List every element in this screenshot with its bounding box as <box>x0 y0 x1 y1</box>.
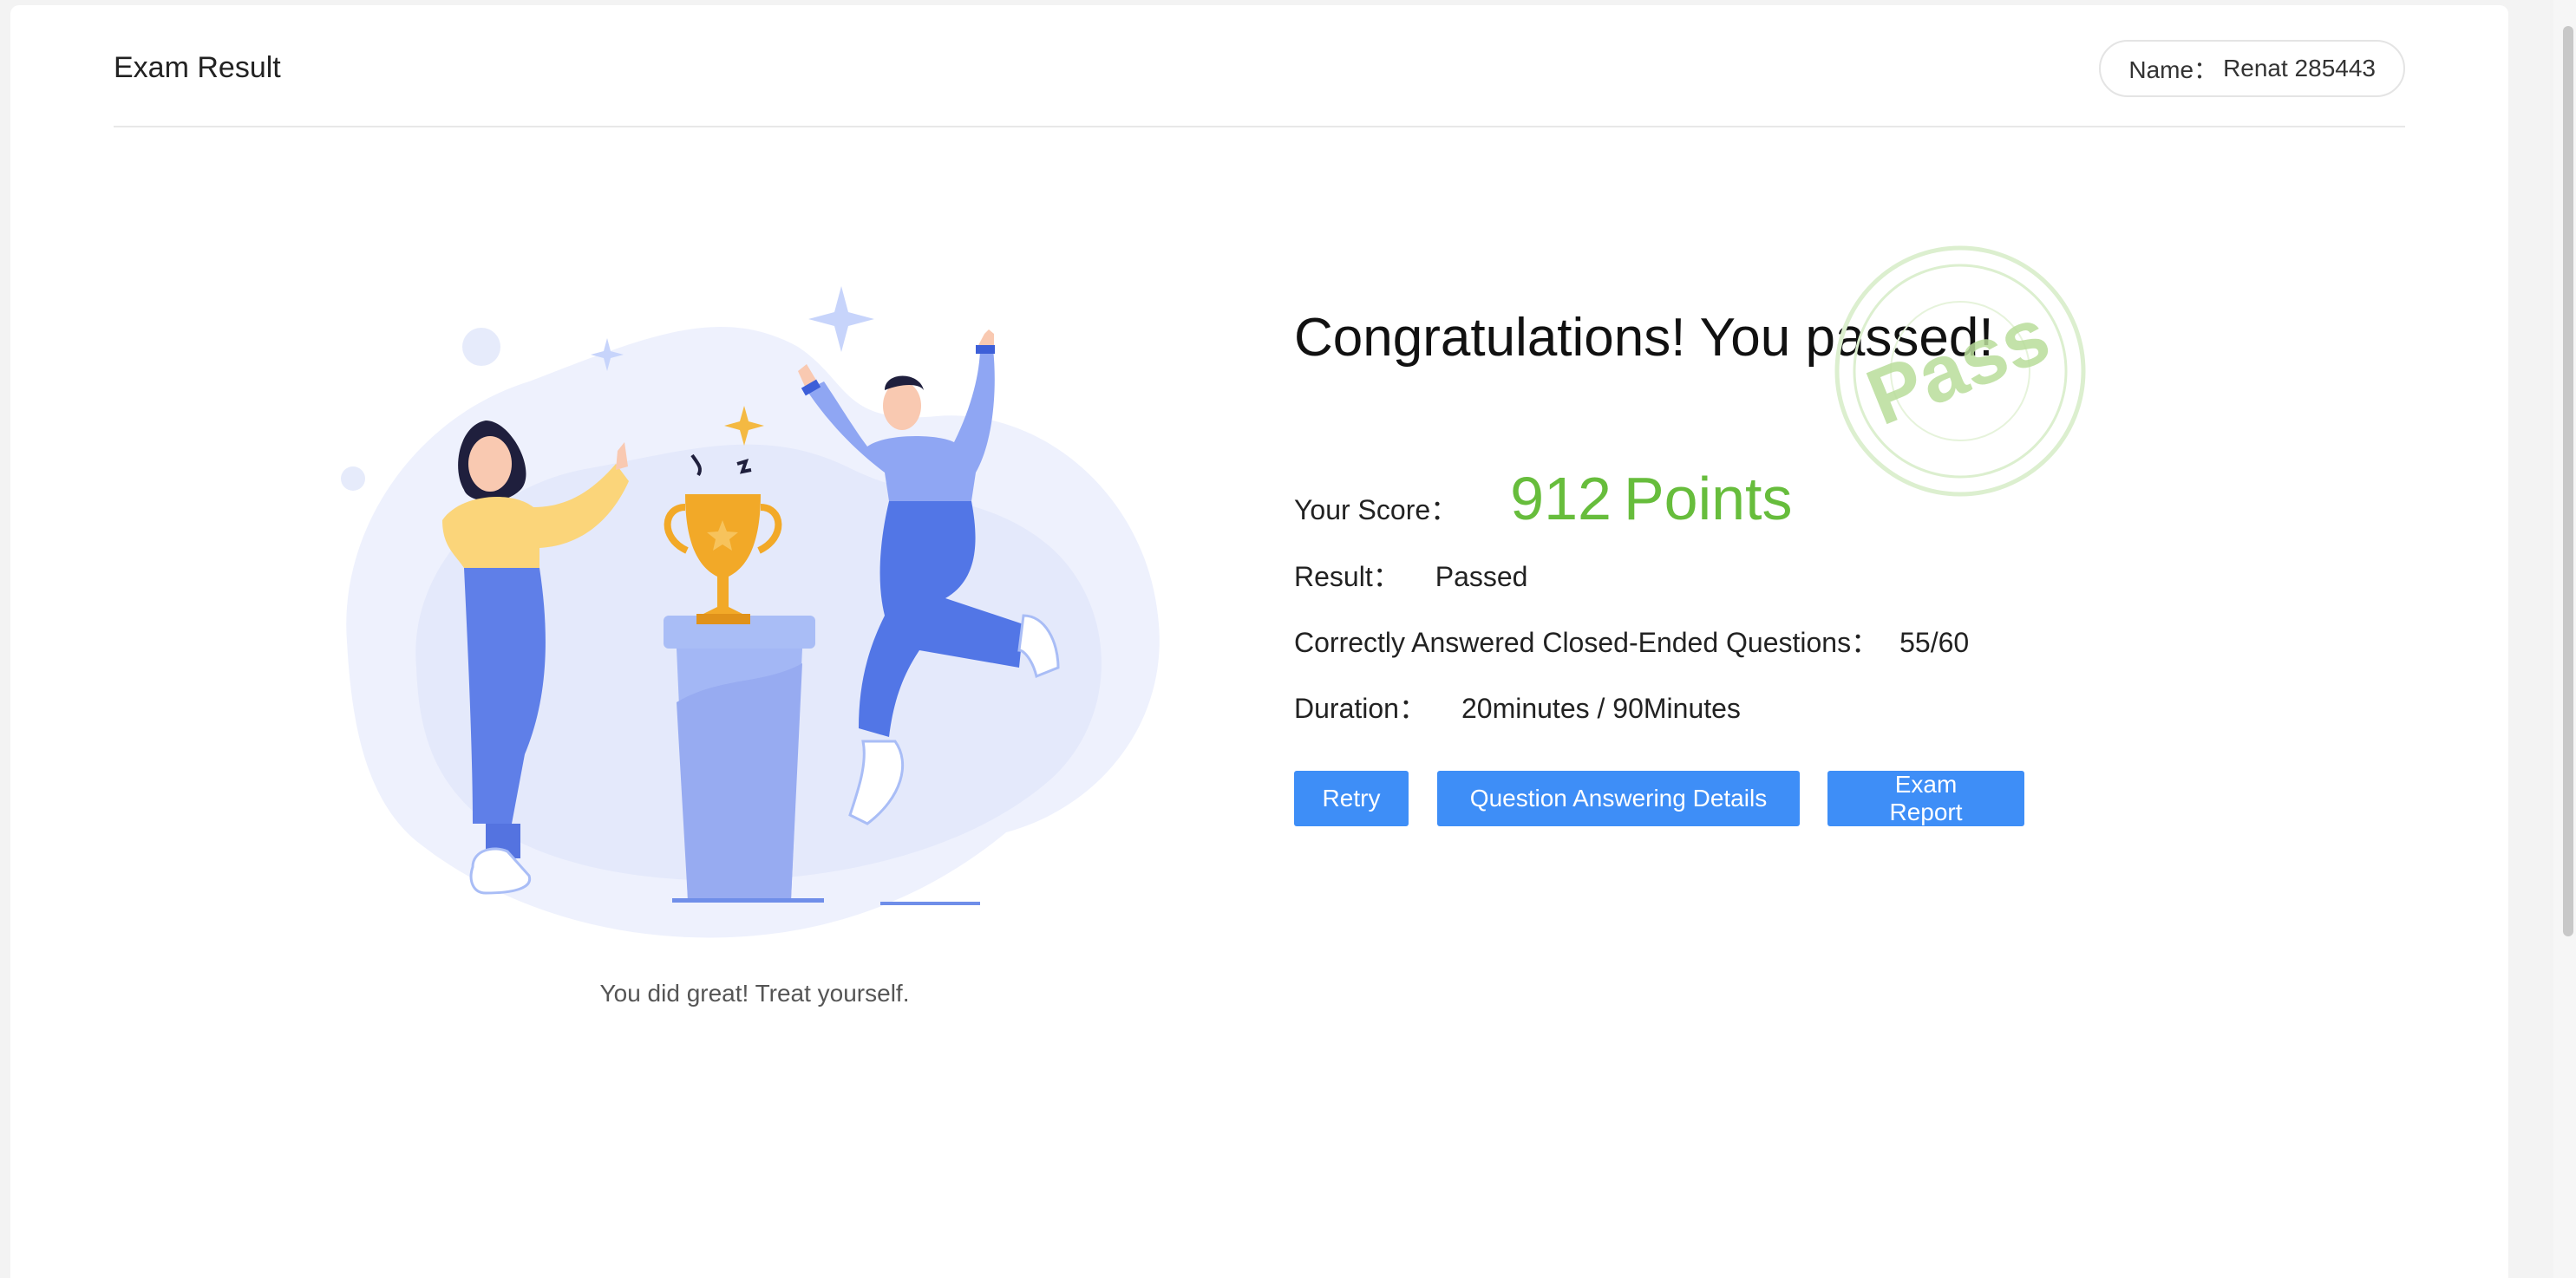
scrollbar-thumb[interactable] <box>2563 26 2573 936</box>
score-row: Your Score： 912 Points <box>1294 464 1793 533</box>
name-value: Renat 285443 <box>2223 55 2376 82</box>
correct-answers-row: Correctly Answered Closed-Ended Question… <box>1294 621 1969 661</box>
correct-answers-label: Correctly Answered Closed-Ended Question… <box>1294 627 1880 658</box>
correct-answers-value: 55/60 <box>1899 627 1970 658</box>
exam-report-button[interactable]: Exam Report <box>1827 771 2024 826</box>
duration-row: Duration： 20minutes / 90Minutes <box>1294 687 1741 727</box>
user-name-badge: Name： Renat 285443 <box>2099 40 2405 97</box>
result-value: Passed <box>1435 561 1528 592</box>
pass-stamp-icon: Pass <box>1834 245 2086 497</box>
question-details-button[interactable]: Question Answering Details <box>1437 771 1800 826</box>
man-figure <box>883 381 921 430</box>
score-label: Your Score： <box>1294 494 1459 525</box>
page-title: Exam Result <box>114 51 281 84</box>
name-label: Name： <box>2128 56 2219 83</box>
stamp-text: Pass <box>1855 290 2061 442</box>
illustration-caption: You did great! Treat yourself. <box>599 980 910 1007</box>
duration-value: 20minutes / 90Minutes <box>1461 693 1741 724</box>
retry-button[interactable]: Retry <box>1294 771 1409 826</box>
celebration-illustration <box>341 286 1160 938</box>
sparkle-icon <box>808 286 874 352</box>
score-unit: Points <box>1623 465 1793 532</box>
result-row: Result： Passed <box>1294 555 1527 595</box>
bubble-decoration <box>341 466 365 491</box>
header-divider <box>114 126 2405 127</box>
score-value: 912 Points <box>1510 464 1792 533</box>
bubble-decoration <box>462 328 500 366</box>
duration-label: Duration： <box>1294 693 1427 724</box>
score-number: 912 <box>1510 465 1612 532</box>
result-label: Result： <box>1294 561 1401 592</box>
